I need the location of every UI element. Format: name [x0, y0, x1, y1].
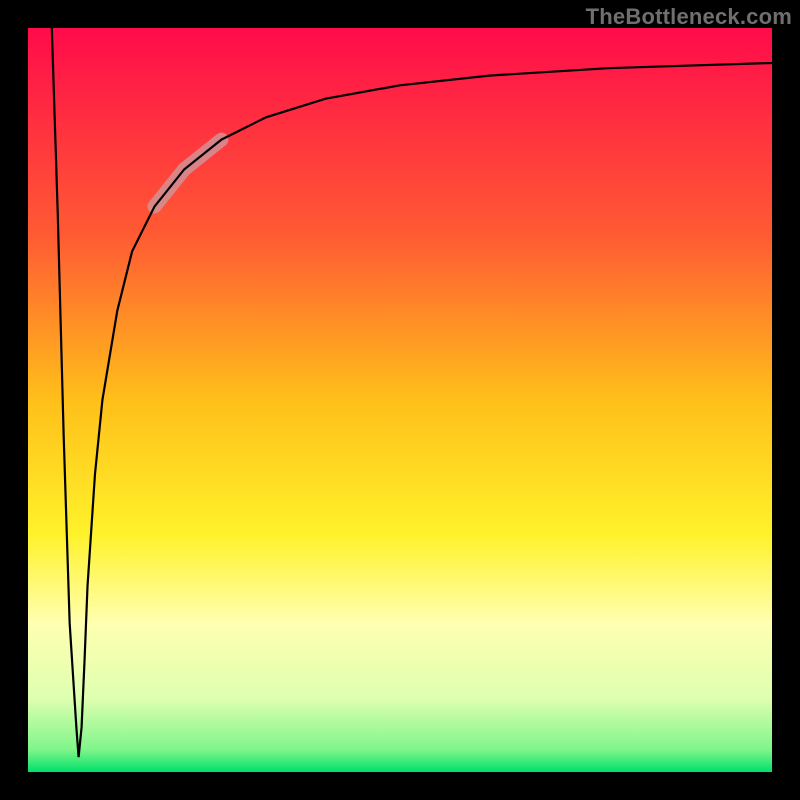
- attribution-text: TheBottleneck.com: [586, 4, 792, 30]
- chart-container: TheBottleneck.com: [0, 0, 800, 800]
- chart-plot-area: [28, 28, 772, 772]
- chart-svg: [0, 0, 800, 800]
